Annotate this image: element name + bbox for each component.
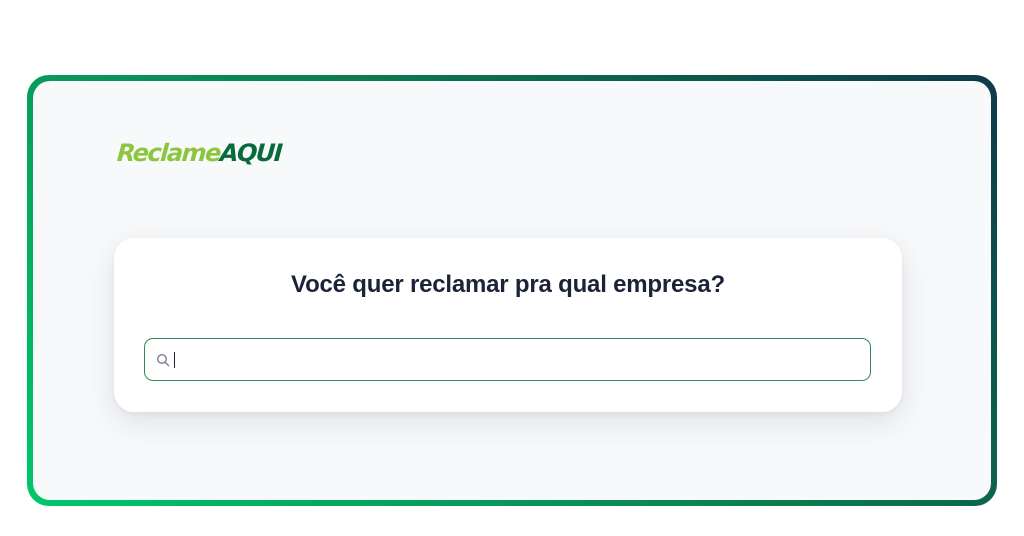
company-search-card: Você quer reclamar pra qual empresa? (114, 238, 902, 412)
page-panel: ReclameAQUI Você quer reclamar pra qual … (33, 81, 991, 500)
search-icon (156, 353, 170, 367)
logo-text-aqui: AQUI (219, 139, 283, 167)
company-search-input[interactable] (177, 339, 860, 380)
reclame-aqui-logo[interactable]: ReclameAQUI (116, 139, 283, 167)
company-search-field[interactable] (144, 338, 871, 381)
page-frame: ReclameAQUI Você quer reclamar pra qual … (27, 75, 997, 506)
text-cursor (174, 352, 175, 368)
search-card-title: Você quer reclamar pra qual empresa? (291, 271, 725, 298)
logo-text-reclame: Reclame (116, 139, 221, 167)
